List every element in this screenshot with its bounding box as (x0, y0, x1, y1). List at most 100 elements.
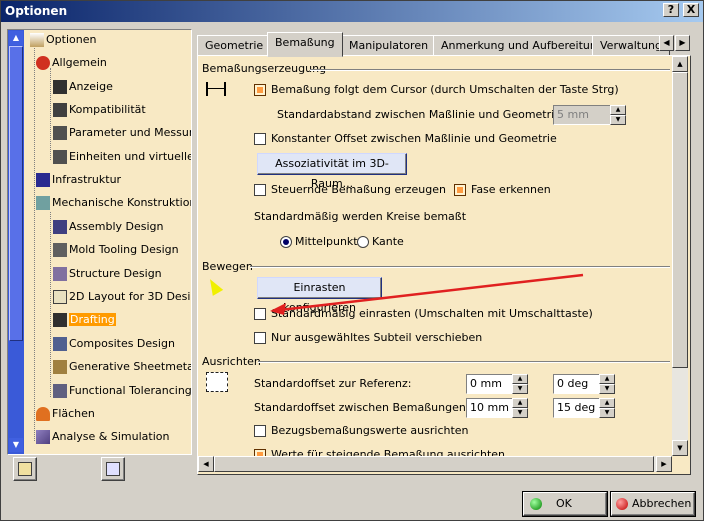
scroll-left-arrow-icon[interactable]: ◀ (198, 456, 214, 472)
checkbox-box[interactable] (254, 425, 266, 437)
tree-item-analyse[interactable]: Analyse & Simulation (36, 428, 169, 446)
spin-down-icon[interactable]: ▼ (599, 384, 615, 394)
page-vertical-scrollbar[interactable]: ▲ ▼ (672, 56, 688, 456)
constant-offset-checkbox[interactable]: Konstanter Offset zwischen Maßlinie und … (254, 132, 557, 146)
tab-geometrie[interactable]: Geometrie (197, 35, 272, 56)
only-selected-checkbox[interactable]: Nur ausgewähltes Subteil verschieben (254, 331, 482, 345)
dim-angle-value[interactable]: 15 deg (553, 398, 600, 418)
tab-scroll-right-icon[interactable]: ▶ (675, 35, 690, 51)
default-distance-value[interactable]: 5 mm (553, 105, 611, 125)
close-button[interactable]: X (683, 3, 699, 17)
scroll-up-arrow-icon[interactable]: ▲ (672, 56, 688, 72)
radio-edge[interactable]: Kante (357, 235, 404, 249)
tree-item-anzeige[interactable]: Anzeige (53, 78, 113, 96)
tree-item-label: Assembly Design (69, 220, 164, 233)
tree-item-label: Analyse & Simulation (52, 430, 170, 443)
spin-down-icon[interactable]: ▼ (610, 115, 626, 125)
tree-item-label: Allgemein (52, 56, 107, 69)
help-button[interactable]: ? (663, 3, 679, 17)
spin-down-icon[interactable]: ▼ (512, 384, 528, 394)
tree-item-mold-tooling[interactable]: Mold Tooling Design (53, 241, 179, 259)
spin-up-icon[interactable]: ▲ (512, 374, 528, 384)
scroll-right-arrow-icon[interactable]: ▶ (656, 456, 672, 472)
spin-down-icon[interactable]: ▼ (512, 408, 528, 418)
spin-down-icon[interactable]: ▼ (599, 408, 615, 418)
follow-cursor-checkbox[interactable]: Bemaßung folgt dem Cursor (durch Umschal… (254, 83, 619, 97)
mechanical-design-icon (36, 196, 50, 210)
tab-scroll-left-icon[interactable]: ◀ (659, 35, 674, 51)
tree-item-functional-tolerancing[interactable]: Functional Tolerancing & A (53, 382, 191, 400)
checkbox-box[interactable] (254, 184, 266, 196)
tree-item-mechanische-konstruktion[interactable]: Mechanische Konstruktion (36, 194, 191, 212)
tree-item-label: Einheiten und virtuelle Re (69, 150, 192, 163)
spin-up-icon[interactable]: ▲ (599, 374, 615, 384)
tree-item-parameter[interactable]: Parameter und Messungen (53, 124, 191, 142)
tree-item-label: Flächen (52, 407, 95, 420)
spin-up-icon[interactable]: ▲ (599, 398, 615, 408)
tree-scrollbar[interactable]: ▲ ▼ (8, 30, 24, 454)
default-distance-spinner[interactable]: 5 mm ▲ ▼ (553, 105, 626, 125)
tab-bemassung[interactable]: Bemaßung (267, 32, 343, 57)
section-title-bewegen: Bewegen (202, 260, 253, 273)
checkbox-box[interactable] (454, 184, 466, 196)
export-options-button[interactable] (101, 457, 125, 481)
cancel-label: Abbrechen (632, 497, 692, 510)
tab-anmerkung[interactable]: Anmerkung und Aufbereitung (433, 35, 612, 56)
align-ref-values-checkbox[interactable]: Bezugsbemaßungswerte ausrichten (254, 424, 469, 438)
tree-item-label: Optionen (46, 33, 97, 46)
scroll-up-arrow-icon[interactable]: ▲ (9, 31, 23, 45)
scroll-down-arrow-icon[interactable]: ▼ (672, 440, 688, 456)
tree-item-flaechen[interactable]: Flächen (36, 405, 95, 423)
tree-item-structure-design[interactable]: Structure Design (53, 265, 162, 283)
page-scroll-thumb[interactable] (672, 72, 688, 368)
ref-offset-spinner[interactable]: 0 mm ▲ ▼ (466, 374, 528, 394)
spin-up-icon[interactable]: ▲ (512, 398, 528, 408)
page-hscroll-thumb[interactable] (214, 456, 654, 472)
checkbox-box[interactable] (254, 332, 266, 344)
tree-scroll-thumb[interactable] (9, 46, 23, 341)
circles-label: Standardmäßig werden Kreise bemaßt (254, 210, 467, 223)
checkbox-box[interactable] (254, 84, 266, 96)
annotation-arrow (270, 273, 584, 315)
tree-item-label: Composites Design (69, 337, 175, 350)
ref-angle-spinner[interactable]: 0 deg ▲ ▼ (553, 374, 615, 394)
associativity-3d-button[interactable]: Assoziativität im 3D-Raum... (257, 153, 407, 190)
align-icon (206, 372, 228, 392)
detect-chamfer-checkbox[interactable]: Fase erkennen (454, 183, 551, 197)
driving-dimension-checkbox[interactable]: Steuernde Bemaßung erzeugen (254, 183, 446, 197)
tree-item-infrastruktur[interactable]: Infrastruktur (36, 171, 121, 189)
dim-angle-spinner[interactable]: 15 deg ▲ ▼ (553, 398, 615, 418)
radio-button[interactable] (280, 236, 292, 248)
dimension-icon (206, 82, 226, 96)
tree-item-drafting[interactable]: Drafting (53, 311, 116, 329)
checkbox-box[interactable] (254, 133, 266, 145)
infrastructure-icon (36, 173, 50, 187)
radio-button[interactable] (357, 236, 369, 248)
tab-page-bemassung: Bemaßungserzeugung Bemaßung folgt dem Cu… (197, 55, 691, 475)
dim-offset-spinner[interactable]: 10 mm ▲ ▼ (466, 398, 528, 418)
page-horizontal-scrollbar[interactable]: ◀ ▶ (198, 456, 672, 472)
cancel-button[interactable]: Abbrechen (611, 492, 695, 516)
assembly-design-icon (53, 220, 67, 234)
tree-item-composites-design[interactable]: Composites Design (53, 335, 175, 353)
radio-center[interactable]: Mittelpunkt (280, 235, 358, 249)
scroll-down-arrow-icon[interactable]: ▼ (9, 438, 23, 452)
tree-item-assembly-design[interactable]: Assembly Design (53, 218, 164, 236)
tab-manipulatoren[interactable]: Manipulatoren (341, 35, 437, 56)
ref-offset-value[interactable]: 0 mm (466, 374, 513, 394)
compatibility-icon (53, 103, 67, 117)
tree-item-label-selected: Drafting (69, 313, 116, 326)
tree-item-sheetmetal[interactable]: Generative Sheetmetal De (53, 358, 191, 376)
reset-options-button[interactable] (13, 457, 37, 481)
radio-label: Kante (372, 235, 404, 248)
tree-item-kompatibilitaet[interactable]: Kompatibilität (53, 101, 146, 119)
parameters-icon (53, 126, 67, 140)
ok-button[interactable]: OK (523, 492, 607, 516)
tree-item-allgemein[interactable]: Allgemein (36, 54, 107, 72)
tree-item-optionen[interactable]: Optionen (30, 31, 96, 49)
tree-item-2d-layout[interactable]: 2D Layout for 3D Design (53, 288, 191, 306)
dim-offset-value[interactable]: 10 mm (466, 398, 513, 418)
spin-up-icon[interactable]: ▲ (610, 105, 626, 115)
ref-angle-value[interactable]: 0 deg (553, 374, 600, 394)
tree-item-einheiten[interactable]: Einheiten und virtuelle Re (53, 148, 192, 166)
